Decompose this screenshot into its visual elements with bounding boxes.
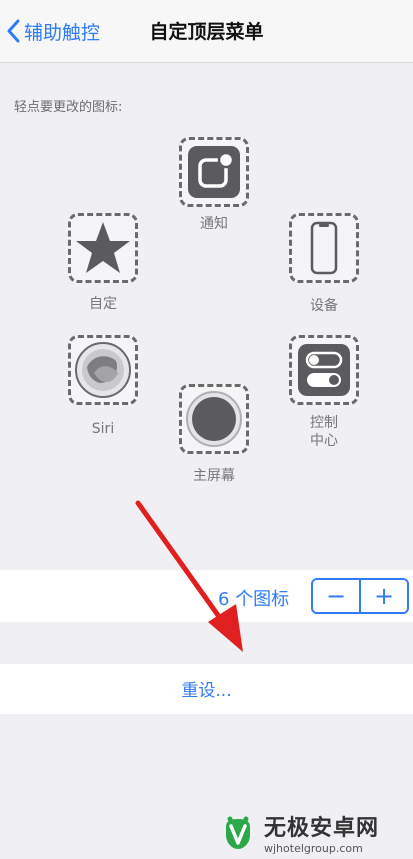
icon-count-stepper[interactable]: − + [311, 578, 409, 614]
slot-label: 控制 中心 [310, 415, 338, 449]
slot-control-center[interactable] [289, 335, 359, 405]
increment-button[interactable]: + [361, 580, 407, 612]
slot-label: 自定 [89, 296, 117, 312]
decrement-button[interactable]: − [313, 580, 359, 612]
slot-custom[interactable] [68, 213, 138, 283]
slot-label: 主屏幕 [193, 468, 235, 484]
slot-label: 设备 [310, 298, 338, 314]
control-center-icon [298, 344, 350, 396]
navigation-bar: 辅助触控 自定顶层菜单 [0, 0, 413, 63]
slot-siri[interactable] [68, 335, 138, 405]
slot-label: 通知 [200, 216, 228, 232]
slot-notification[interactable] [179, 137, 249, 207]
slot-home[interactable] [179, 384, 249, 454]
siri-icon [75, 342, 131, 398]
notification-icon [188, 146, 240, 198]
watermark-url: wjhotelgroup.com [264, 842, 363, 855]
back-button[interactable]: 辅助触控 [6, 16, 100, 46]
chevron-left-icon [7, 19, 20, 43]
icon-count-label: 6 个图标 [218, 589, 290, 610]
slot-device[interactable] [289, 213, 359, 283]
watermark-logo-icon [226, 816, 250, 849]
home-button-icon [186, 391, 242, 447]
watermark: 无极安卓网 wjhotelgroup.com [218, 806, 413, 859]
instruction-text: 轻点要更改的图标: [14, 100, 123, 115]
device-icon [310, 221, 338, 275]
back-button-label: 辅助触控 [24, 21, 101, 44]
slot-label: Siri [91, 421, 115, 437]
reset-button[interactable]: 重设... [0, 676, 413, 701]
watermark-title: 无极安卓网 [264, 816, 380, 841]
star-icon [76, 222, 130, 273]
